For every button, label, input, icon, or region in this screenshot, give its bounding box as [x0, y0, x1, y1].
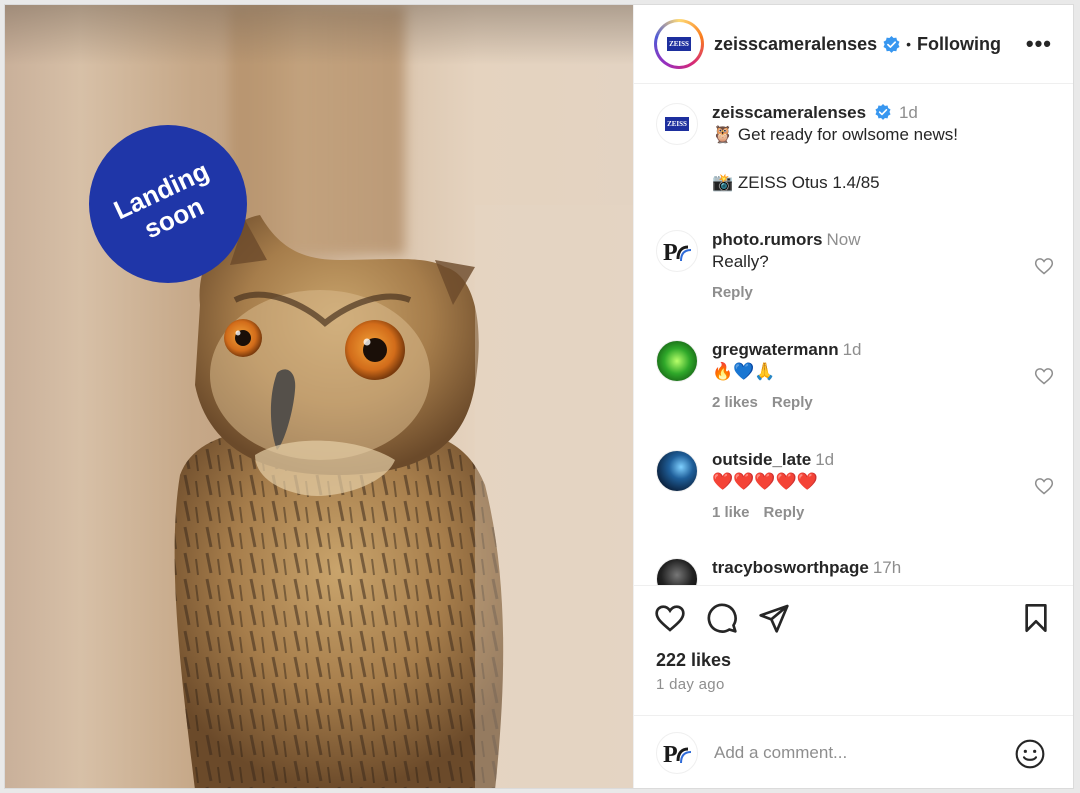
reply-button[interactable]: Reply	[712, 284, 753, 301]
more-options-icon[interactable]: •••	[1026, 31, 1052, 57]
comments-list[interactable]: ZEISS zeisscameralenses 1d 🦉 Get ready f…	[634, 85, 1073, 585]
reply-button[interactable]: Reply	[772, 394, 813, 411]
badge-text: Landing soon	[109, 155, 214, 245]
svg-text:P: P	[663, 240, 678, 266]
comment-like-heart-icon[interactable]	[1034, 366, 1054, 386]
caption-time[interactable]: 1d	[899, 103, 918, 122]
author-username[interactable]: zeisscameralenses	[714, 34, 877, 55]
post-timestamp: 1 day ago	[656, 676, 725, 693]
likes-count[interactable]: 222 likes	[656, 650, 731, 671]
verified-badge-icon	[874, 104, 891, 120]
comment-text: 🔥💙🙏	[712, 362, 776, 381]
post-window: Landing soon ZEISS zeisscameralenses • F…	[4, 4, 1074, 789]
photorumors-logo-icon: P	[663, 742, 692, 768]
comment-time[interactable]: 17h	[873, 558, 901, 577]
commenter-avatar[interactable]	[656, 558, 698, 585]
current-user-avatar: P	[656, 732, 698, 774]
caption-line-2: 📸 ZEISS Otus 1.4/85	[712, 173, 880, 192]
add-comment-bar: P	[634, 715, 1073, 788]
landing-soon-badge: Landing soon	[89, 125, 247, 283]
comment-username[interactable]: tracybosworthpage	[712, 558, 869, 577]
zeiss-logo: ZEISS	[660, 25, 698, 63]
svg-text:P: P	[663, 742, 678, 768]
owl-image	[174, 205, 633, 788]
smiley-icon[interactable]	[1014, 738, 1046, 770]
bookmark-icon[interactable]	[1020, 602, 1052, 634]
comment-icon[interactable]	[706, 602, 738, 634]
comment-like-heart-icon[interactable]	[1034, 476, 1054, 496]
comment-like-heart-icon[interactable]	[1034, 256, 1054, 276]
separator-dot: •	[906, 36, 912, 52]
comment-text: Really?	[712, 252, 769, 271]
post-photo[interactable]: Landing soon	[5, 5, 633, 788]
photorumors-logo-icon: P	[663, 240, 692, 266]
heart-icon[interactable]	[654, 602, 686, 634]
post-actions: 222 likes 1 day ago	[634, 585, 1073, 715]
post-details-panel: ZEISS zeisscameralenses • Following ••• …	[633, 5, 1073, 788]
verified-badge-icon	[883, 35, 900, 53]
comment-time[interactable]: 1d	[843, 340, 862, 359]
add-comment-input[interactable]	[714, 743, 994, 763]
comment-username[interactable]: photo.rumors	[712, 230, 823, 249]
paper-plane-icon[interactable]	[758, 602, 790, 634]
following-button[interactable]: Following	[917, 34, 1001, 55]
author-avatar[interactable]: ZEISS	[654, 19, 704, 69]
comment-username[interactable]: gregwatermann	[712, 340, 839, 359]
comment-username[interactable]: outside_late	[712, 450, 811, 469]
comment-likes-count[interactable]: 1 like	[712, 504, 750, 521]
reply-button[interactable]: Reply	[764, 504, 805, 521]
comment-text: ❤️❤️❤️❤️❤️	[712, 472, 818, 491]
post-header: ZEISS zeisscameralenses • Following •••	[634, 5, 1073, 84]
commenter-avatar[interactable]: P	[656, 230, 698, 272]
caption-avatar[interactable]: ZEISS	[656, 103, 698, 145]
caption-line-1: 🦉 Get ready for owlsome news!	[712, 125, 959, 144]
comment-time[interactable]: 1d	[815, 450, 834, 469]
caption-username[interactable]: zeisscameralenses	[712, 103, 866, 122]
comment-time[interactable]: Now	[827, 230, 861, 249]
comment-likes-count[interactable]: 2 likes	[712, 394, 758, 411]
commenter-avatar[interactable]	[656, 340, 698, 382]
commenter-avatar[interactable]	[656, 450, 698, 492]
